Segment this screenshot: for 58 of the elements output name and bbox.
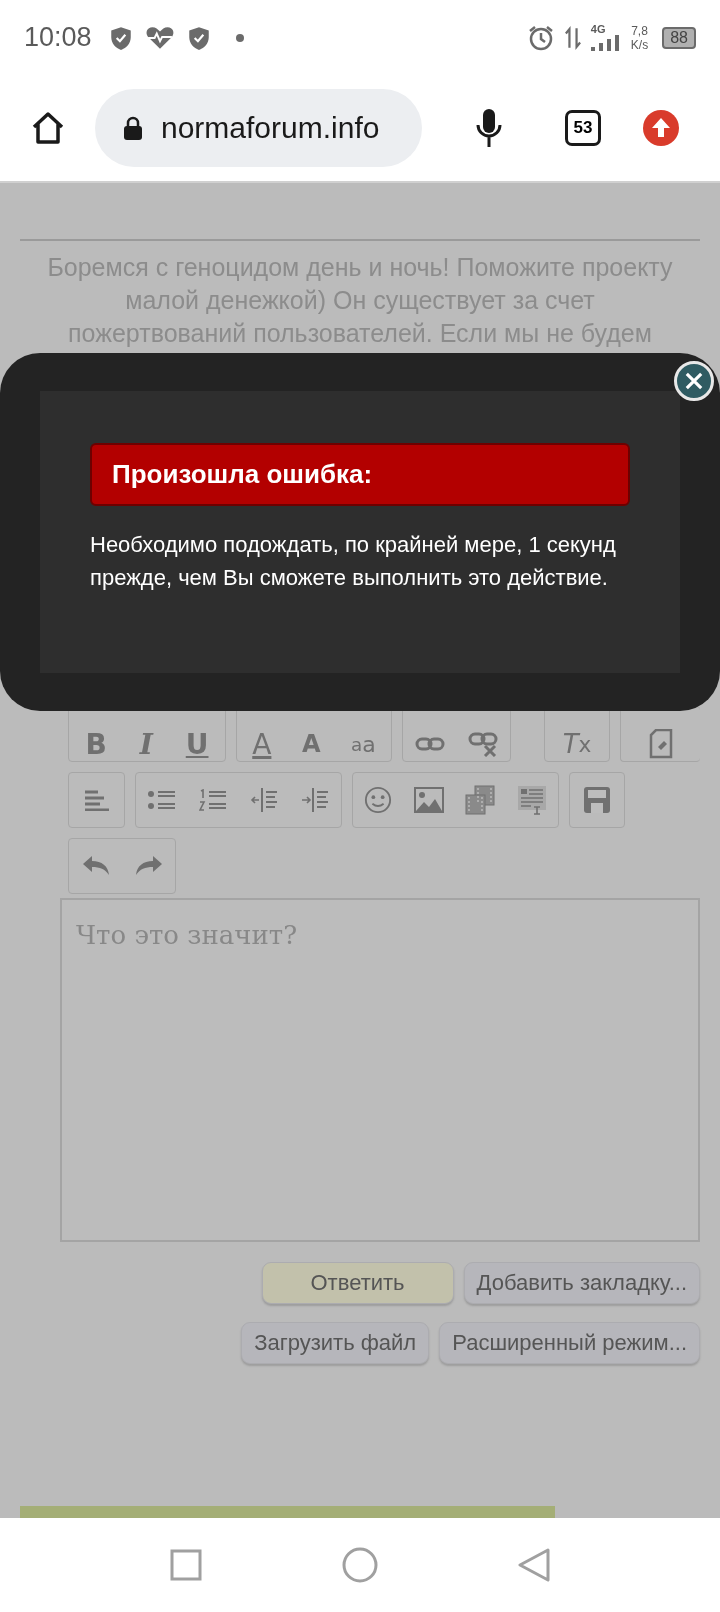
form-button[interactable]: Расширенный режим... — [439, 1322, 700, 1364]
signal-icon — [590, 35, 621, 51]
format-button[interactable]: I — [139, 727, 153, 761]
lock-icon — [123, 116, 143, 140]
network-type-label: 4G — [590, 24, 606, 35]
numbered-list-icon — [198, 789, 227, 811]
home-circle-icon[interactable] — [342, 1547, 378, 1583]
form-button[interactable]: Добавить закладку... — [463, 1262, 700, 1304]
document-icon — [648, 729, 673, 759]
dialog-title: Произошла ошибка: — [90, 443, 630, 506]
film-icon — [465, 785, 496, 815]
unlink-button[interactable] — [468, 731, 499, 757]
bullet-list-button[interactable] — [147, 789, 176, 811]
indent-icon — [301, 787, 330, 813]
source-button[interactable] — [648, 729, 673, 759]
battery-indicator: 88 — [662, 26, 696, 49]
unlink-icon — [468, 731, 499, 757]
format-button[interactable]: U — [185, 727, 209, 761]
numbered-list-button[interactable] — [198, 789, 227, 811]
smiley-icon — [363, 786, 392, 814]
speed-value: 7,8 — [631, 23, 648, 38]
bullet-list-icon — [147, 789, 176, 811]
redo-button[interactable] — [134, 855, 163, 877]
data-transfer-icon — [564, 24, 581, 51]
video-button[interactable] — [465, 785, 496, 815]
upload-icon[interactable] — [643, 110, 679, 146]
microphone-icon[interactable] — [475, 108, 503, 148]
back-icon[interactable] — [518, 1548, 550, 1582]
form-button[interactable]: Ответить — [261, 1262, 454, 1304]
font-button[interactable]: A — [301, 730, 321, 758]
font-button[interactable]: A — [252, 727, 272, 761]
format-button[interactable]: B — [85, 727, 107, 761]
undo-icon — [81, 855, 110, 877]
speed-unit: K/s — [630, 37, 649, 52]
recent-apps-icon[interactable] — [170, 1549, 202, 1581]
align-left-icon — [83, 789, 110, 811]
tab-count-button[interactable]: 53 — [565, 110, 601, 146]
template-button[interactable] — [517, 785, 548, 815]
url-text: normaforum.info — [161, 111, 380, 145]
image-button[interactable] — [413, 787, 444, 813]
outdent-icon — [250, 787, 279, 813]
address-bar[interactable]: normaforum.info — [95, 89, 422, 167]
notification-dot-icon — [235, 33, 244, 42]
outdent-button[interactable] — [250, 787, 279, 813]
undo-button[interactable] — [81, 855, 110, 877]
indent-button[interactable] — [301, 787, 330, 813]
text-block-icon — [517, 785, 548, 815]
close-button[interactable] — [674, 361, 714, 401]
home-icon[interactable] — [30, 110, 66, 146]
smiley-button[interactable] — [363, 786, 392, 814]
save-button[interactable] — [583, 786, 611, 814]
redo-icon — [134, 855, 163, 877]
status-time: 10:08 — [24, 22, 92, 53]
image-icon — [413, 787, 444, 813]
form-button[interactable]: Загрузить файл — [241, 1322, 430, 1364]
close-icon — [685, 372, 703, 390]
align-left-button[interactable] — [83, 789, 110, 811]
dialog-message: Необходимо подождать, по крайней мере, 1 секунд прежде, чем Вы сможете выполнить это действие. — [90, 531, 617, 592]
